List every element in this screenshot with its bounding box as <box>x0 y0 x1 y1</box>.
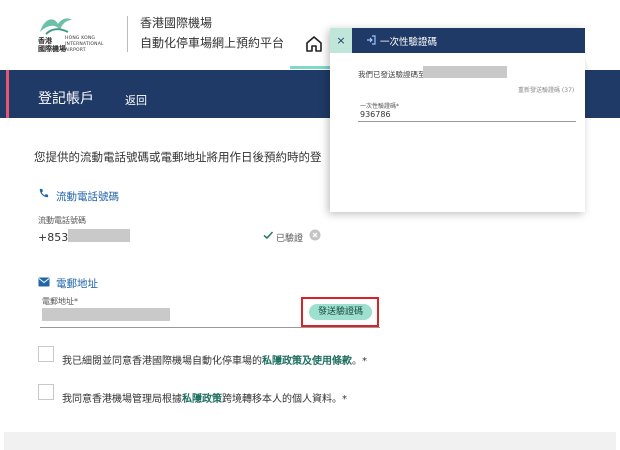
email-field-label: 電郵地址* <box>42 297 78 306</box>
consent1-text: 我已細閱並同意香港國際機場自動化停車場的 <box>62 356 262 367</box>
privacy-terms-link[interactable]: 私隱政策及使用條款 <box>262 356 352 367</box>
phone-country-code: +853 <box>38 231 69 244</box>
resend-code-link[interactable]: 重新發送驗證碼 (37) <box>518 85 574 94</box>
phone-section-heading: 流動電話號碼 <box>56 191 119 203</box>
phone-field-label: 流動電話號碼 <box>38 216 86 225</box>
logo-english-text: HONG KONG INTERNATIONAL AIRPORT <box>65 36 104 54</box>
send-verification-code-button[interactable]: 發送驗證碼 <box>309 304 372 320</box>
consent2-suffix: 跨境轉移本人的個人資料。* <box>222 394 347 405</box>
otp-dialog-title: 一次性驗證碼 <box>380 37 438 48</box>
email-input-redacted[interactable] <box>42 308 170 321</box>
close-icon[interactable]: × <box>330 28 352 53</box>
home-icon[interactable] <box>305 35 323 53</box>
login-arrow-icon <box>367 35 376 45</box>
header-divider <box>127 16 128 52</box>
phone-icon <box>39 188 49 198</box>
check-icon <box>263 231 274 240</box>
privacy-policy-link[interactable]: 私隱政策 <box>182 394 222 405</box>
hkia-logo-icon[interactable] <box>38 14 74 36</box>
otp-sent-email-redacted <box>423 66 507 78</box>
header-title-line1: 香港國際機場 <box>140 16 213 30</box>
otp-field-label: 一次性驗證碼* <box>360 103 400 110</box>
header-corner <box>585 28 620 70</box>
header-title-line2: 自動化停車場網上預約平台 <box>140 36 285 50</box>
phone-verified-status: 已驗證 <box>276 234 304 244</box>
email-input-underline <box>40 327 380 328</box>
phone-number-redacted <box>68 229 130 242</box>
logo-chinese-text: 香港 國際機場 <box>38 37 66 54</box>
otp-sent-text: 我們已發送驗證碼至 <box>358 70 426 79</box>
consent2-text: 我同意香港機場管理局根據 <box>62 394 182 405</box>
consent1-suffix: 。* <box>352 356 367 367</box>
title-bar-accent <box>6 70 9 118</box>
intro-text: 您提供的流動電話號碼或電郵地址將用作日後預約時的登 <box>34 150 322 164</box>
otp-input[interactable]: 936786 <box>360 110 391 119</box>
privacy-terms-checkbox[interactable] <box>38 346 54 362</box>
home-active-indicator <box>290 66 330 69</box>
mail-icon <box>38 277 50 287</box>
privacy-terms-consent-text: 我已細閱並同意香港國際機場自動化停車場的私隱政策及使用條款。* <box>62 352 367 367</box>
clear-icon[interactable] <box>309 229 321 241</box>
back-link[interactable]: 返回 <box>125 92 147 108</box>
cross-border-transfer-checkbox[interactable] <box>38 384 54 400</box>
form-footer-strip <box>4 432 616 450</box>
otp-input-underline <box>358 121 576 122</box>
page-title: 登記帳戶 <box>38 91 94 107</box>
cross-border-consent-text: 我同意香港機場管理局根據私隱政策跨境轉移本人的個人資料。* <box>62 390 347 405</box>
otp-dialog: × 一次性驗證碼 我們已發送驗證碼至 重新發送驗證碼 (37) 一次性驗證碼* … <box>330 28 585 212</box>
email-section-heading: 電郵地址 <box>56 278 98 290</box>
